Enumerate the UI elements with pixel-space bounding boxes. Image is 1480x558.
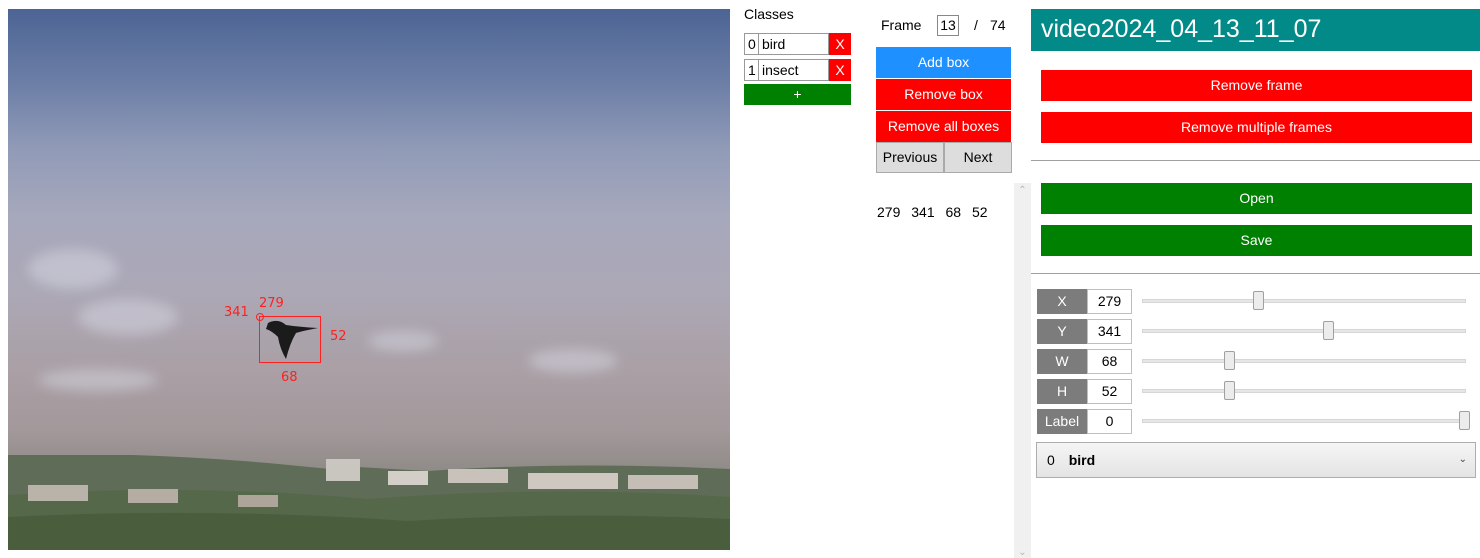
label-field[interactable]: 0 <box>1087 409 1132 434</box>
frame-number-input[interactable]: 13 <box>937 15 959 36</box>
label-label: Label <box>1037 409 1087 434</box>
cloud <box>38 369 158 391</box>
w-label: W <box>1037 349 1087 374</box>
divider <box>1031 273 1480 274</box>
x-field[interactable]: 279 <box>1087 289 1132 314</box>
w-slider[interactable] <box>1142 359 1466 363</box>
x-slider-thumb[interactable] <box>1252 291 1264 310</box>
y-label: Y <box>1037 319 1087 344</box>
box-list-scrollbar[interactable]: ⌃ ⌄ <box>1014 183 1031 558</box>
class-id-field[interactable]: 1 <box>744 59 759 81</box>
y-slider-thumb[interactable] <box>1322 321 1334 340</box>
next-button[interactable]: Next <box>944 142 1012 173</box>
h-slider-thumb[interactable] <box>1224 381 1236 400</box>
scroll-down-icon[interactable]: ⌄ <box>1014 547 1031 558</box>
box-y-value: 341 <box>911 204 935 220</box>
box-list-item[interactable]: 279 341 68 52 <box>877 204 1007 220</box>
y-slider[interactable] <box>1142 329 1466 333</box>
frame-separator: / <box>974 17 978 33</box>
x-slider[interactable] <box>1142 299 1466 303</box>
bird-silhouette <box>266 320 318 359</box>
cloud <box>78 299 178 335</box>
open-button[interactable]: Open <box>1041 183 1472 214</box>
w-slider-thumb[interactable] <box>1224 351 1236 370</box>
classes-title: Classes <box>744 6 794 22</box>
bbox-h-label: 52 <box>330 329 347 344</box>
frame-image[interactable]: 279 341 68 52 <box>8 9 730 550</box>
city-skyline <box>8 455 730 550</box>
video-title: video2024_04_13_11_07 <box>1031 9 1480 51</box>
bbox-x-label: 279 <box>259 296 284 311</box>
class-select-name: bird <box>1068 452 1096 468</box>
class-select-id: 0 <box>1047 452 1055 468</box>
remove-class-button[interactable]: X <box>829 59 851 81</box>
cloud <box>528 349 618 373</box>
remove-frame-button[interactable]: Remove frame <box>1041 70 1472 101</box>
class-name-field[interactable]: bird <box>759 33 829 55</box>
box-w-value: 68 <box>945 204 962 220</box>
y-field[interactable]: 341 <box>1087 319 1132 344</box>
class-name-field[interactable]: insect <box>759 59 829 81</box>
class-row: 1 insect X <box>744 59 851 81</box>
save-button[interactable]: Save <box>1041 225 1472 256</box>
add-class-button[interactable]: + <box>744 84 851 105</box>
previous-button[interactable]: Previous <box>876 142 944 173</box>
h-slider[interactable] <box>1142 389 1466 393</box>
bbox-w-label: 68 <box>281 370 298 385</box>
remove-box-button[interactable]: Remove box <box>876 79 1011 110</box>
label-slider-thumb[interactable] <box>1459 411 1470 430</box>
scroll-up-icon[interactable]: ⌃ <box>1014 185 1031 196</box>
h-field[interactable]: 52 <box>1087 379 1132 404</box>
x-label: X <box>1037 289 1087 314</box>
remove-multiple-frames-button[interactable]: Remove multiple frames <box>1041 112 1472 143</box>
remove-all-boxes-button[interactable]: Remove all boxes <box>876 111 1011 142</box>
add-box-button[interactable]: Add box <box>876 47 1011 78</box>
w-field[interactable]: 68 <box>1087 349 1132 374</box>
divider <box>1031 160 1480 161</box>
frame-total: 74 <box>990 17 1006 33</box>
class-select[interactable]: 0 bird ⌄ <box>1036 442 1476 478</box>
remove-class-button[interactable]: X <box>829 33 851 55</box>
label-slider[interactable] <box>1142 419 1466 423</box>
h-label: H <box>1037 379 1087 404</box>
chevron-down-icon: ⌄ <box>1458 454 1467 465</box>
box-x-value: 279 <box>877 204 901 220</box>
class-row: 0 bird X <box>744 33 851 55</box>
frame-label: Frame <box>881 17 922 33</box>
bbox-y-label: 341 <box>224 305 249 320</box>
class-id-field[interactable]: 0 <box>744 33 759 55</box>
cloud <box>28 249 118 289</box>
box-h-value: 52 <box>971 204 988 220</box>
cloud <box>368 331 438 351</box>
